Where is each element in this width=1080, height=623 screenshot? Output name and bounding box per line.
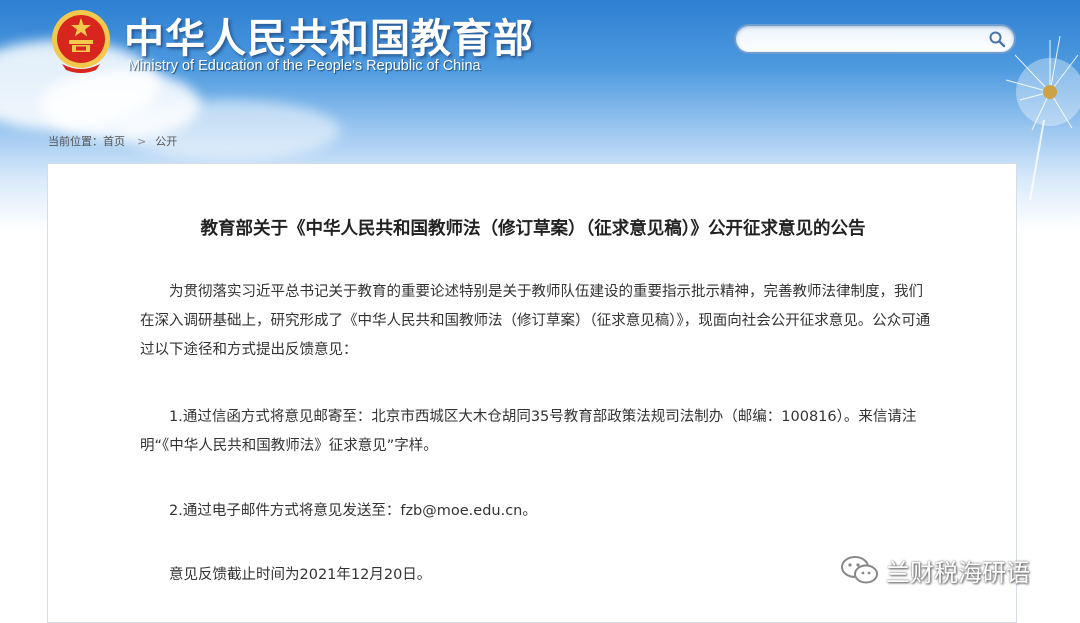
search-box[interactable]: [734, 24, 1016, 54]
breadcrumb-separator: >: [137, 135, 147, 148]
breadcrumb: 当前位置：首页 > 公开: [48, 133, 177, 149]
watermark-text: 兰财税海研语: [886, 558, 1030, 587]
site-subtitle: Ministry of Education of the People's Re…: [128, 58, 481, 74]
breadcrumb-prefix: 当前位置：: [48, 135, 103, 148]
article-paragraph: 1.通过信函方式将意见邮寄至：北京市西城区大木仓胡同35号教育部政策法规司法制办…: [140, 409, 917, 454]
article-title: 教育部关于《中华人民共和国教师法（修订草案）（征求意见稿）》公开征求意见的公告: [200, 219, 866, 239]
cloud-decoration: [120, 100, 340, 160]
breadcrumb-current-link[interactable]: 公开: [155, 135, 177, 148]
search-input[interactable]: [748, 30, 992, 50]
article-paragraph: 意见反馈截止时间为2021年12月20日。: [169, 567, 432, 583]
wechat-watermark: 兰财税海研语: [840, 552, 1030, 588]
national-emblem-icon: [52, 10, 110, 73]
article-paragraph: 为贯彻落实习近平总书记关于教育的重要论述特别是关于教师队伍建设的重要指示批示精神…: [140, 284, 931, 358]
search-icon[interactable]: [988, 30, 1006, 48]
article-paragraph: 2.通过电子邮件方式将意见发送至：fzb@moe.edu.cn。: [169, 503, 537, 519]
site-title: 中华人民共和国教育部: [124, 16, 534, 62]
breadcrumb-home-link[interactable]: 首页: [103, 135, 125, 148]
wechat-icon: [841, 556, 878, 584]
